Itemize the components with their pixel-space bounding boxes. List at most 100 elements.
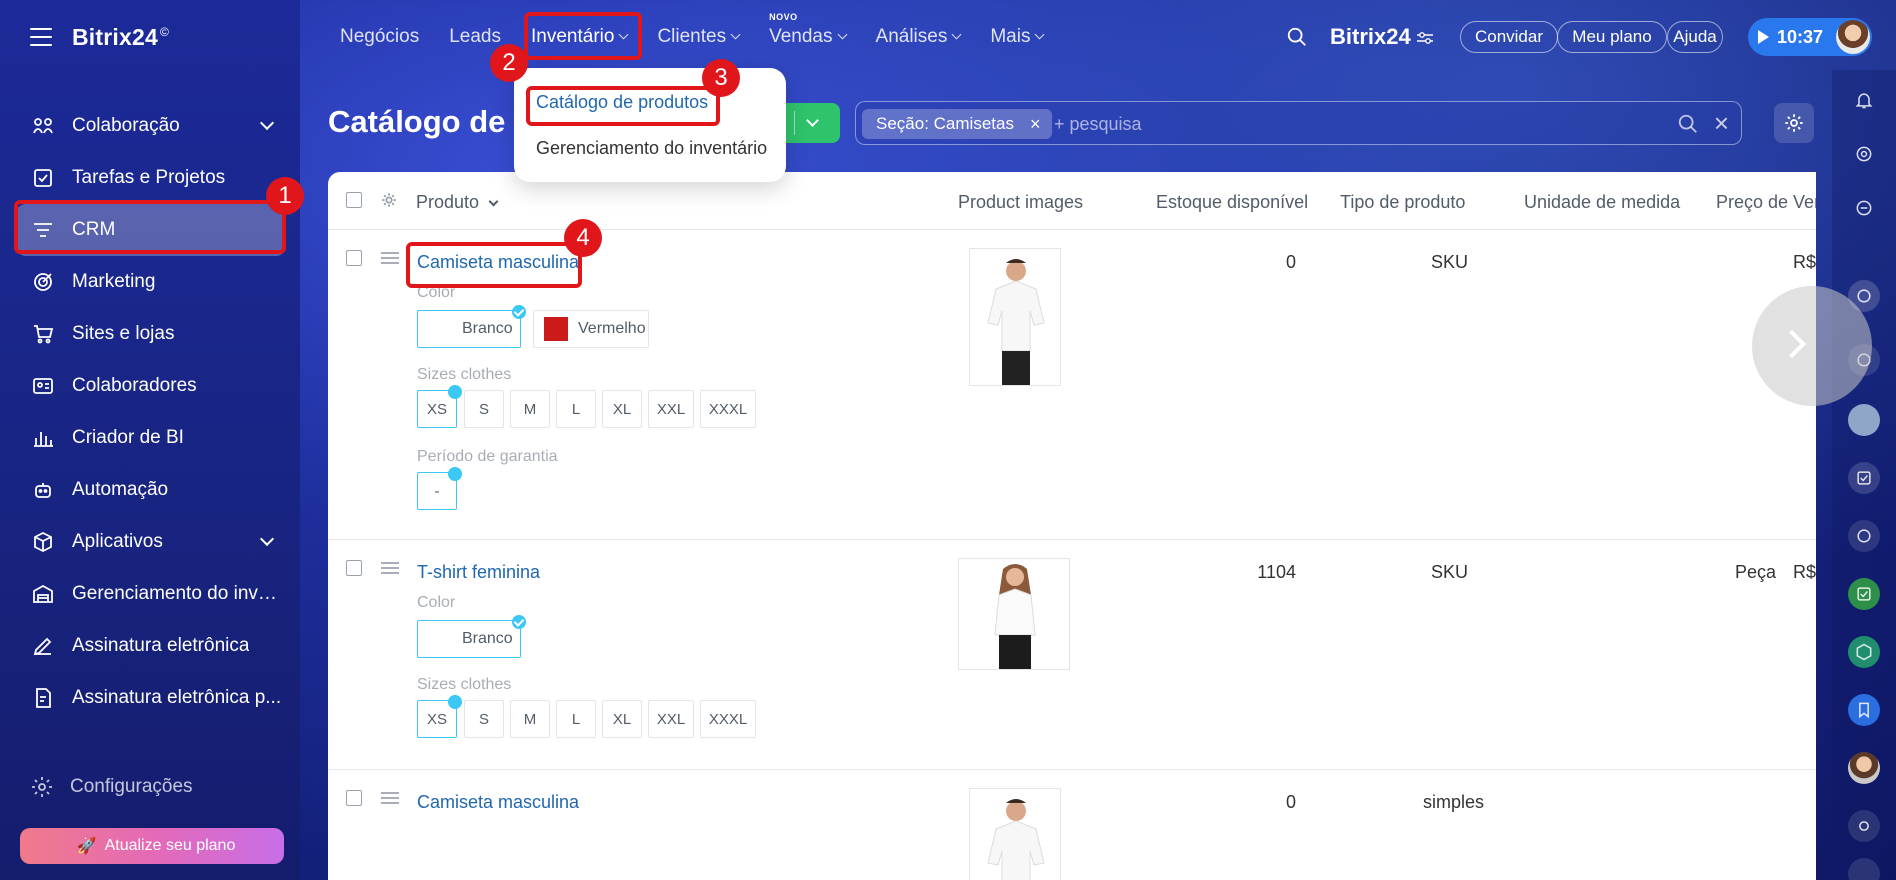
topnav-mais[interactable]: Mais <box>990 26 1045 48</box>
sidebar-item-assinatura-p[interactable]: Assinatura eletrônica p... <box>16 672 286 724</box>
sliders-icon[interactable] <box>1416 30 1434 46</box>
menu-item-gerenciamento[interactable]: Gerenciamento do inventário <box>536 138 767 159</box>
check-icon <box>512 305 526 319</box>
top-navigation: Negócios Leads Inventário Clientes NOVO V… <box>340 12 1073 48</box>
checkbox-icon[interactable] <box>1848 462 1880 494</box>
size-option[interactable]: XS <box>417 385 462 428</box>
size-option[interactable]: S <box>464 700 504 738</box>
rail-avatar[interactable] <box>1848 404 1880 436</box>
sidebar-item-colaboracao[interactable]: Colaboração <box>16 100 286 152</box>
sidebar-item-configuracoes[interactable]: Configurações <box>30 775 193 799</box>
rail-circle-icon[interactable] <box>1848 810 1880 842</box>
size-option[interactable]: XXXL <box>700 390 756 428</box>
sidebar-item-bi[interactable]: Criador de BI <box>16 412 286 464</box>
bookmark-icon[interactable] <box>1848 694 1880 726</box>
column-price[interactable]: Preço de Ven <box>1716 192 1816 213</box>
column-stock[interactable]: Estoque disponível <box>1156 192 1308 213</box>
target-icon[interactable] <box>1848 138 1880 170</box>
upgrade-plan-button[interactable]: 🚀 Atualize seu plano <box>20 828 284 864</box>
drag-handle-icon[interactable] <box>381 792 399 804</box>
size-option[interactable]: L <box>556 390 596 428</box>
size-label: XXL <box>656 710 686 728</box>
topnav-vendas[interactable]: NOVO Vendas <box>769 12 847 48</box>
topnav-analises[interactable]: Análises <box>876 26 962 48</box>
color-option[interactable]: Vermelho <box>533 310 649 348</box>
my-plan-button[interactable]: Meu plano <box>1557 21 1667 53</box>
size-option[interactable]: M <box>510 700 550 738</box>
topnav-leads[interactable]: Leads <box>449 26 501 48</box>
sidebar-item-marketing[interactable]: Marketing <box>16 256 286 308</box>
select-all-checkbox[interactable] <box>346 192 362 208</box>
sidebar-item-inventario[interactable]: Gerenciamento do inve... <box>16 568 286 620</box>
column-type[interactable]: Tipo de produto <box>1340 192 1465 213</box>
bar-chart-icon <box>30 425 56 451</box>
size-option[interactable]: XL <box>602 700 642 738</box>
page-title: Catálogo de p <box>328 104 533 139</box>
sidebar-item-tarefas[interactable]: Tarefas e Projetos <box>16 152 286 204</box>
column-images[interactable]: Product images <box>958 192 1083 213</box>
size-label: XL <box>612 710 632 728</box>
rail-circle-icon[interactable] <box>1848 858 1880 880</box>
color-option[interactable]: Branco <box>417 615 526 658</box>
work-time-button[interactable]: 10:37 <box>1748 18 1872 56</box>
chat-icon[interactable] <box>1848 192 1880 224</box>
product-name-link[interactable]: Camiseta masculina <box>417 792 579 813</box>
drag-handle-icon[interactable] <box>381 252 399 264</box>
column-product[interactable]: Produto <box>416 192 499 213</box>
rail-avatar[interactable] <box>1848 752 1880 784</box>
size-option[interactable]: L <box>556 700 596 738</box>
size-label: L <box>571 710 581 728</box>
row-checkbox[interactable] <box>346 250 362 266</box>
size-option[interactable]: M <box>510 390 550 428</box>
logo[interactable]: Bitrix24 © <box>72 24 169 51</box>
invite-button[interactable]: Convidar <box>1460 21 1558 53</box>
warranty-option[interactable]: - <box>417 467 462 510</box>
table-row[interactable]: Camiseta masculina 0 simples <box>328 770 1816 880</box>
settings-button[interactable] <box>1774 103 1814 143</box>
menu-icon[interactable] <box>30 28 52 46</box>
help-label: Ajuda <box>1673 27 1717 46</box>
filter-search-bar[interactable]: Seção: Camisetas × + pesquisa × <box>855 101 1742 145</box>
hexagon-icon[interactable] <box>1848 636 1880 668</box>
id-card-icon <box>30 373 56 399</box>
search-icon[interactable] <box>1286 26 1308 48</box>
checkbox-icon[interactable] <box>1848 578 1880 610</box>
row-checkbox[interactable] <box>346 560 362 576</box>
column-unit[interactable]: Unidade de medida <box>1524 192 1680 213</box>
size-option[interactable]: XS <box>417 695 462 738</box>
row-checkbox[interactable] <box>346 790 362 806</box>
size-option[interactable]: XXL <box>648 700 694 738</box>
sidebar-item-automacao[interactable]: Automação <box>16 464 286 516</box>
play-icon <box>1758 30 1769 44</box>
chip-close-icon[interactable]: × <box>1030 114 1041 135</box>
sidebar-item-sites[interactable]: Sites e lojas <box>16 308 286 360</box>
size-option[interactable]: XL <box>602 390 642 428</box>
table-row[interactable]: T-shirt feminina Color Branco Sizes clot… <box>328 540 1816 770</box>
sidebar-item-assinatura[interactable]: Assinatura eletrônica <box>16 620 286 672</box>
product-name-link[interactable]: T-shirt feminina <box>417 562 540 583</box>
sidebar-item-colaboradores[interactable]: Colaboradores <box>16 360 286 412</box>
topnav-clientes[interactable]: Clientes <box>657 26 741 48</box>
step-badge: 3 <box>702 59 740 97</box>
scroll-right-button[interactable] <box>1752 286 1872 406</box>
price-value: R$ <box>1792 252 1816 272</box>
type-value: simples <box>1422 792 1484 812</box>
color-option[interactable]: Branco <box>417 305 526 348</box>
search-icon[interactable] <box>1677 113 1699 135</box>
add-dropdown-button[interactable] <box>778 103 840 143</box>
search-placeholder[interactable]: + pesquisa <box>1054 114 1142 135</box>
topnav-negocios[interactable]: Negócios <box>340 26 419 48</box>
filter-chip[interactable]: Seção: Camisetas × <box>862 109 1053 139</box>
size-option[interactable]: XXXL <box>700 700 756 738</box>
rail-app-icon[interactable] <box>1848 520 1880 552</box>
size-option[interactable]: XXL <box>648 390 694 428</box>
drag-handle-icon[interactable] <box>381 562 399 574</box>
sidebar-item-aplicativos[interactable]: Aplicativos <box>16 516 286 568</box>
help-button[interactable]: Ajuda <box>1667 21 1723 53</box>
clear-filter-icon[interactable]: × <box>1714 108 1729 139</box>
stock-value: 0 <box>1285 252 1296 272</box>
size-option[interactable]: S <box>464 390 504 428</box>
gear-icon[interactable] <box>380 191 398 209</box>
bell-icon[interactable] <box>1848 84 1880 116</box>
avatar[interactable] <box>1836 20 1870 54</box>
